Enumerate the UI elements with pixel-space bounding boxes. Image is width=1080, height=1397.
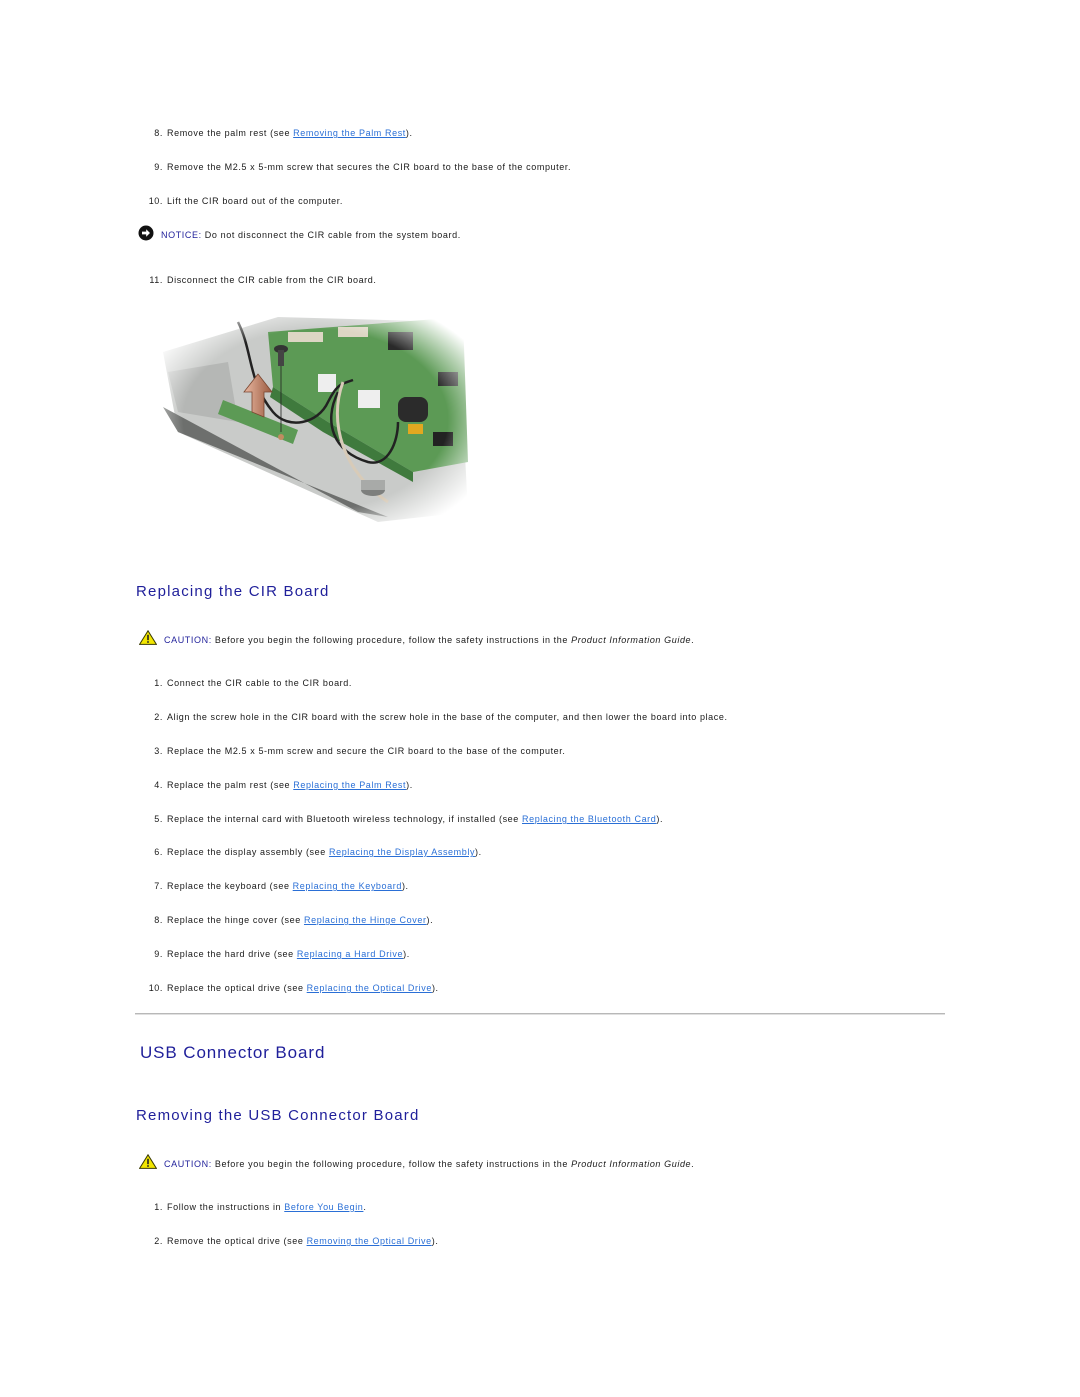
step-number: 6. <box>154 847 163 857</box>
caution-text: Before you begin the following procedure… <box>211 1158 572 1169</box>
step-text: Replace the keyboard (see <box>167 881 293 891</box>
step-text: Disconnect the CIR cable from the CIR bo… <box>167 275 377 285</box>
notice-callout: NOTICE: Do not disconnect the CIR cable … <box>138 225 461 245</box>
section-heading-replacing-cir: Replacing the CIR Board <box>136 583 330 600</box>
step-number: 5. <box>154 814 163 824</box>
step-text-end: ). <box>403 949 410 959</box>
step-number: 2. <box>154 1236 163 1246</box>
step-item: 9. Remove the M2.5 x 5-mm screw that secu… <box>140 161 571 173</box>
link-before-you-begin[interactable]: Before You Begin <box>284 1202 363 1212</box>
section-heading-usb-connector-board: USB Connector Board <box>140 1043 326 1062</box>
notice-text: Do not disconnect the CIR cable from the… <box>201 230 461 240</box>
step-text-end: ). <box>401 881 409 891</box>
step-text: Remove the palm rest (see <box>167 128 294 138</box>
step-text: Align the screw hole in the CIR board wi… <box>167 712 728 722</box>
step-item: 3. Replace the M2.5 x 5-mm screw and secu… <box>140 745 565 757</box>
caution-triangle-icon <box>138 1153 158 1173</box>
step-text: Remove the M2.5 x 5-mm screw that secure… <box>167 162 572 172</box>
step-text: Replace the internal card with Bluetooth… <box>167 814 522 824</box>
link-removing-optical-drive[interactable]: Removing the Optical Drive <box>307 1236 432 1246</box>
step-text: Replace the display assembly (see <box>167 847 329 857</box>
step-item: 1. Connect the CIR cable to the CIR board… <box>140 677 352 689</box>
step-item: 8. Remove the palm rest (see Removing the… <box>140 127 413 139</box>
step-item: 10. Replace the optical drive (see Replac… <box>140 982 439 994</box>
link-replacing-hard-drive[interactable]: Replacing a Hard Drive <box>297 949 403 959</box>
cir-board-removal-figure <box>158 312 473 527</box>
step-number: 8. <box>154 915 163 925</box>
step-text-end: ). <box>431 983 439 993</box>
step-text: Replace the palm rest (see <box>167 780 294 790</box>
caution-guide-title: Product Information Guide <box>571 1158 692 1169</box>
step-number: 1. <box>154 1202 163 1212</box>
link-replacing-keyboard[interactable]: Replacing the Keyboard <box>293 881 402 891</box>
step-number: 10. <box>148 983 163 993</box>
caution-text-end: . <box>691 1158 695 1169</box>
caution-callout: CAUTION: Before you begin the following … <box>138 629 695 649</box>
caution-text: Before you begin the following procedure… <box>211 634 572 645</box>
step-item: 8. Replace the hinge cover (see Replacing… <box>140 914 433 926</box>
step-item: 1. Follow the instructions in Before You … <box>140 1201 367 1213</box>
step-number: 9. <box>154 949 163 959</box>
link-replacing-bluetooth-card[interactable]: Replacing the Bluetooth Card <box>522 814 656 824</box>
caution-text-end: . <box>691 634 695 645</box>
step-text: Replace the hard drive (see <box>167 949 297 959</box>
link-removing-palm-rest[interactable]: Removing the Palm Rest <box>293 128 406 138</box>
caution-guide-title: Product Information Guide <box>571 634 692 645</box>
caution-callout: CAUTION: Before you begin the following … <box>138 1153 695 1173</box>
step-number: 4. <box>154 780 163 790</box>
step-text: Remove the optical drive (see <box>167 1236 307 1246</box>
step-number: 1. <box>154 678 163 688</box>
step-text-end: ). <box>656 814 664 824</box>
step-text-end: ). <box>406 780 413 790</box>
step-number: 10. <box>148 196 163 206</box>
step-text: Lift the CIR board out of the computer. <box>167 196 343 206</box>
step-number: 8. <box>154 128 163 138</box>
step-text: Replace the M2.5 x 5-mm screw and secure… <box>167 746 566 756</box>
step-item: 7. Replace the keyboard (see Replacing th… <box>140 880 409 892</box>
step-number: 9. <box>154 162 163 172</box>
link-replacing-hinge-cover[interactable]: Replacing the Hinge Cover <box>304 915 427 925</box>
step-text: Connect the CIR cable to the CIR board. <box>167 678 352 688</box>
step-text: Replace the optical drive (see <box>167 983 307 993</box>
step-text-end: . <box>363 1202 367 1212</box>
link-replacing-display-assembly[interactable]: Replacing the Display Assembly <box>329 847 475 857</box>
notice-label: NOTICE: <box>161 230 202 240</box>
step-item: 10. Lift the CIR board out of the compute… <box>140 195 343 207</box>
section-divider <box>135 1013 945 1015</box>
caution-label: CAUTION: <box>164 1158 212 1169</box>
notice-arrow-circle-icon <box>138 225 154 245</box>
step-text: Follow the instructions in <box>167 1202 285 1212</box>
step-item: 9. Replace the hard drive (see Replacing … <box>140 948 410 960</box>
step-item: 5. Replace the internal card with Bluetoo… <box>140 813 663 825</box>
step-item: 11. Disconnect the CIR cable from the CIR… <box>140 274 376 286</box>
step-item: 4. Replace the palm rest (see Replacing t… <box>140 779 413 791</box>
step-number: 2. <box>154 712 163 722</box>
step-text-end: ). <box>405 128 413 138</box>
step-text-end: ). <box>475 847 482 857</box>
step-item: 2. Align the screw hole in the CIR board … <box>140 711 728 723</box>
step-number: 7. <box>154 881 163 891</box>
step-item: 2. Remove the optical drive (see Removing… <box>140 1235 438 1247</box>
link-replacing-palm-rest[interactable]: Replacing the Palm Rest <box>293 780 406 790</box>
caution-label: CAUTION: <box>164 634 212 645</box>
link-replacing-optical-drive[interactable]: Replacing the Optical Drive <box>307 983 432 993</box>
step-number: 3. <box>154 746 163 756</box>
caution-triangle-icon <box>138 629 158 649</box>
step-item: 6. Replace the display assembly (see Repl… <box>140 846 482 858</box>
section-heading-removing-usb-board: Removing the USB Connector Board <box>136 1107 420 1124</box>
step-number: 11. <box>149 275 163 285</box>
step-text: Replace the hinge cover (see <box>167 915 304 925</box>
step-text-end: ). <box>431 1236 439 1246</box>
step-text-end: ). <box>426 915 434 925</box>
